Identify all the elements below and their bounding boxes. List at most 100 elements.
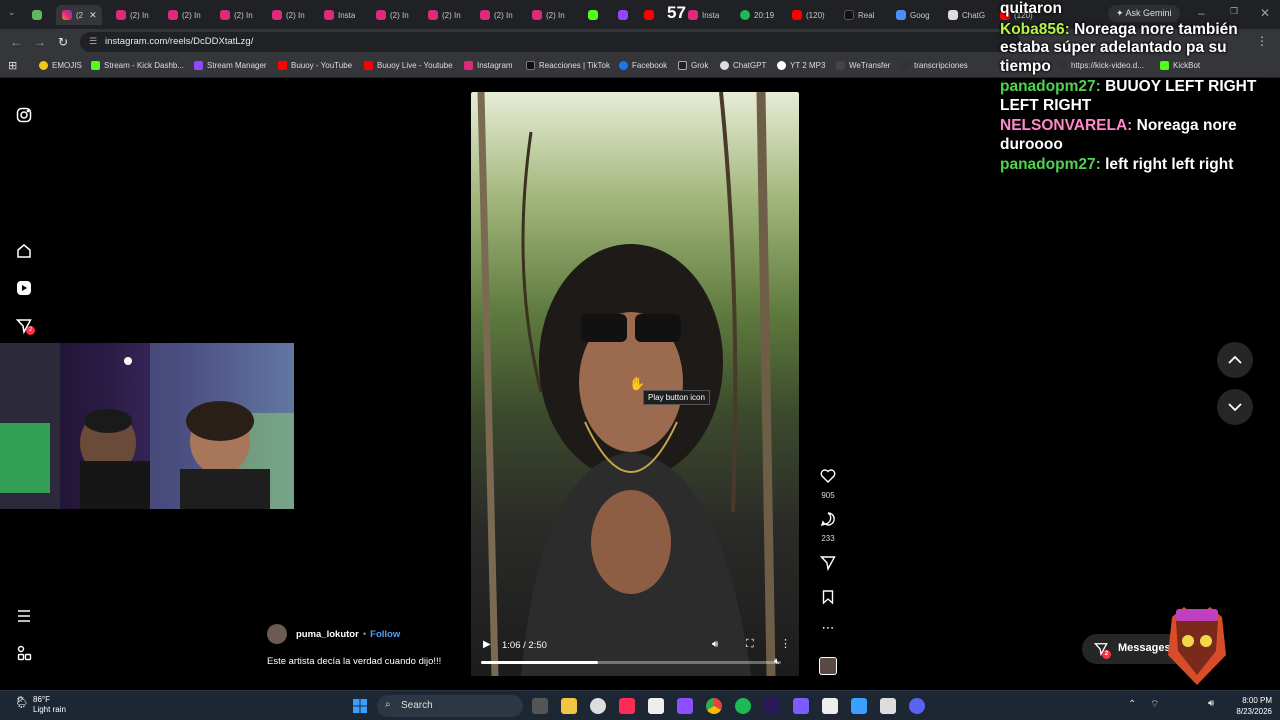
url-text: instagram.com/reels/DcDDXtatLzg/ xyxy=(105,36,254,47)
messages-badge: 2 xyxy=(1102,650,1111,659)
browser-tab[interactable]: 20:19 xyxy=(740,5,774,25)
bookmark-facebook[interactable]: Facebook xyxy=(619,61,667,70)
browser-tab[interactable]: (2) In xyxy=(428,5,461,25)
chatgpt-app-icon[interactable] xyxy=(590,698,606,714)
chrome-app-icon[interactable] xyxy=(706,698,722,714)
follow-button[interactable]: Follow xyxy=(370,629,400,640)
wifi-icon[interactable]: ⌔ xyxy=(1150,698,1159,711)
bookmark-chatgpt[interactable]: ChatGPT xyxy=(720,61,766,70)
share-button[interactable] xyxy=(815,555,841,576)
play-icon[interactable]: ▶ xyxy=(483,639,491,650)
browser-tab[interactable]: (2) In xyxy=(168,5,201,25)
bookmark-label: EMOJIS xyxy=(52,61,82,70)
start-windows-icon[interactable] xyxy=(352,698,368,714)
system-clock[interactable]: 8:00 PM 8/23/2026 xyxy=(1226,695,1272,717)
bookmark-instagram[interactable]: Instagram xyxy=(464,61,513,70)
weather-widget[interactable]: 🌦︎ 86°F Light rain xyxy=(14,695,66,715)
volume-tray-icon[interactable]: 🔊︎ xyxy=(1208,698,1214,709)
reload-icon[interactable]: ↻ xyxy=(58,35,68,49)
temperature: 86°F xyxy=(33,695,50,704)
gamepass-app-icon[interactable] xyxy=(677,698,693,714)
bookmark-kick-dashboard[interactable]: Stream - Kick Dashb... xyxy=(91,61,184,70)
obs-app-icon[interactable] xyxy=(880,698,896,714)
browser-tab[interactable] xyxy=(618,5,632,25)
fullscreen-icon[interactable]: ⛶ xyxy=(746,638,754,651)
video-time: 1:06 / 2:50 xyxy=(502,640,547,651)
mute-toggle-icon[interactable]: 🔇︎ xyxy=(774,656,780,667)
volume-icon[interactable]: 🔊︎ xyxy=(712,639,718,650)
back-icon[interactable]: ← xyxy=(10,35,22,49)
author-avatar[interactable] xyxy=(267,624,287,644)
search-label: Search xyxy=(401,700,433,711)
browser-tab[interactable] xyxy=(644,5,658,25)
more-dots-icon: ⋯ xyxy=(821,620,835,635)
bookmark-youtube[interactable]: Buuoy - YouTube xyxy=(278,61,352,70)
browser-tab[interactable]: (120) xyxy=(792,5,825,25)
notepad-app-icon[interactable] xyxy=(822,698,838,714)
tab-label: (2) In xyxy=(286,10,305,20)
browser-tab[interactable]: (2) In xyxy=(480,5,513,25)
tab-label: (2) In xyxy=(442,10,461,20)
like-button[interactable]: 905 xyxy=(815,468,841,500)
browser-tab[interactable]: (2) In xyxy=(532,5,565,25)
previous-reel-button[interactable] xyxy=(1217,342,1253,378)
browser-tab[interactable] xyxy=(32,5,46,25)
grid-app-icon[interactable] xyxy=(793,698,809,714)
forward-icon[interactable]: → xyxy=(34,35,46,49)
next-reel-button[interactable] xyxy=(1217,389,1253,425)
browser-tab[interactable]: Goog xyxy=(896,5,930,25)
browser-tab[interactable]: 57 xyxy=(667,3,686,23)
address-bar[interactable]: ☰ instagram.com/reels/DcDDXtatLzg/ xyxy=(80,32,1020,52)
bookmark-wetransfer[interactable]: WeTransfer xyxy=(836,61,890,70)
browser-tab[interactable]: (2) In xyxy=(116,5,149,25)
video-options-icon[interactable]: ⋮ xyxy=(780,637,791,650)
capcut-app-icon[interactable] xyxy=(648,698,664,714)
audio-thumbnail[interactable] xyxy=(819,657,837,675)
bookmark-grok[interactable]: Grok xyxy=(678,61,708,70)
notes-app-icon[interactable] xyxy=(851,698,867,714)
tiktok-app-icon[interactable] xyxy=(619,698,635,714)
video-progress-bar[interactable] xyxy=(481,661,781,664)
apps-icon[interactable]: ⊞ xyxy=(8,59,17,72)
home-icon[interactable] xyxy=(16,243,32,259)
taskbar-search[interactable]: ⌕ Search xyxy=(377,695,523,717)
save-button[interactable] xyxy=(815,589,841,610)
browser-tab-active[interactable]: (2 ✕ xyxy=(56,5,102,25)
bookmark-label: Buuoy - YouTube xyxy=(291,61,353,70)
tray-chevron-icon[interactable]: ⌃ xyxy=(1128,699,1136,710)
search-icon: ⌕ xyxy=(385,699,391,710)
discord-app-icon[interactable] xyxy=(909,698,925,714)
also-from-meta-icon[interactable] xyxy=(16,645,32,661)
more-options-button[interactable]: ⋯ xyxy=(815,620,841,636)
close-tab-icon[interactable]: ✕ xyxy=(89,10,97,21)
reels-icon[interactable] xyxy=(16,280,32,296)
premiere-app-icon[interactable] xyxy=(764,698,780,714)
browser-tab[interactable]: (2) In xyxy=(220,5,253,25)
browser-tab[interactable]: Insta xyxy=(688,5,719,25)
bookmark-transcripciones[interactable]: transcripciones xyxy=(901,61,968,70)
browser-tab[interactable] xyxy=(588,5,602,25)
bookmark-label: Instagram xyxy=(477,61,513,70)
browser-tab[interactable]: ChatG xyxy=(948,5,985,25)
comment-button[interactable]: 233 xyxy=(815,511,841,543)
bookmark-stream-manager[interactable]: Stream Manager xyxy=(194,61,267,70)
spotify-app-icon[interactable] xyxy=(735,698,751,714)
instagram-logo-icon[interactable] xyxy=(16,107,32,123)
bookmark-tiktok[interactable]: Reacciones | TikTok xyxy=(526,61,610,70)
tab-label: Goog xyxy=(910,10,930,20)
bookmark-youtube-live[interactable]: Buuoy Live - Youtube xyxy=(364,61,453,70)
author-username[interactable]: puma_lokutor xyxy=(296,629,359,640)
site-info-icon[interactable]: ☰ xyxy=(89,36,97,47)
browser-tab[interactable]: Insta xyxy=(324,5,355,25)
file-explorer-icon[interactable] xyxy=(561,698,577,714)
browser-tab[interactable]: (2) In xyxy=(376,5,409,25)
browser-tab[interactable]: Real xyxy=(844,5,874,25)
bookmark-label: Reacciones | TikTok xyxy=(539,61,610,70)
task-view-icon[interactable] xyxy=(532,698,548,714)
more-menu-icon[interactable] xyxy=(16,608,32,624)
tab-search-icon[interactable]: ⌄ xyxy=(8,7,16,18)
bookmark-label: Buuoy Live - Youtube xyxy=(377,61,453,70)
browser-tab[interactable]: (2) In xyxy=(272,5,305,25)
bookmark-yt2mp3[interactable]: YT 2 MP3 xyxy=(777,61,825,70)
bookmark-emojis[interactable]: EMOJIS xyxy=(39,61,82,70)
